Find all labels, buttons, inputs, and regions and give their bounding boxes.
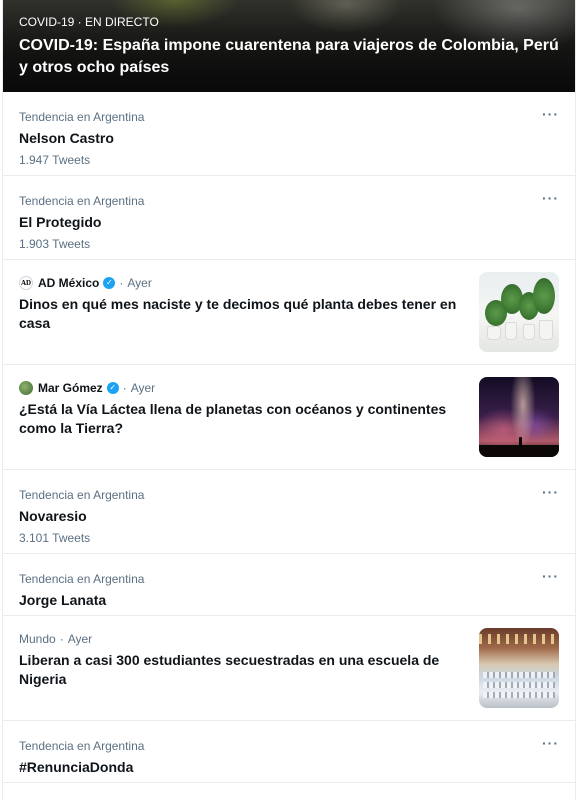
trend-title: Jorge Lanata: [19, 592, 107, 608]
trend-context: Tendencia en Argentina: [19, 110, 145, 124]
news-item[interactable]: Mar Gómez ✓ · Ayer ¿Está la Vía Láctea l…: [3, 365, 575, 470]
trend-item[interactable]: Tendencia en Argentina Novaresio 3.101 T…: [3, 470, 575, 554]
separator: ·: [59, 632, 64, 646]
trend-item[interactable]: Tendencia en Argentina Nelson Castro 1.9…: [3, 92, 575, 176]
more-options-icon[interactable]: ···: [542, 106, 559, 122]
news-meta: Mundo · Ayer: [19, 632, 92, 646]
news-time: Ayer: [127, 276, 152, 290]
news-headline: Dinos en qué mes naciste y te decimos qu…: [19, 296, 457, 331]
trend-tweet-count: 1.947 Tweets: [19, 153, 91, 167]
separator: ·: [122, 381, 127, 395]
trends-panel: COVID-19 · EN DIRECTO COVID-19: España i…: [2, 0, 576, 800]
news-item[interactable]: AD AD México ✓ · Ayer Dinos en qué mes n…: [3, 260, 575, 365]
trend-title: Nelson Castro: [19, 130, 114, 146]
news-source: Mundo: [19, 632, 56, 646]
separator: ·: [119, 276, 124, 290]
trend-tweet-count: 3.101 Tweets: [19, 531, 91, 545]
trend-title: El Protegido: [19, 214, 102, 230]
news-item[interactable]: Mundo · Ayer Liberan a casi 300 estudian…: [3, 616, 575, 721]
trend-item[interactable]: Tendencia en Argentina #RenunciaDonda ··…: [3, 721, 575, 783]
featured-news-meta: COVID-19 · EN DIRECTO: [19, 15, 159, 29]
trend-context: Tendencia en Argentina: [19, 572, 145, 586]
featured-news-title: COVID-19: España impone cuarentena para …: [19, 37, 559, 76]
news-source: Mar Gómez: [38, 381, 103, 395]
plants-thumbnail[interactable]: [479, 272, 559, 352]
more-options-icon[interactable]: ···: [542, 568, 559, 584]
school-hall-thumbnail[interactable]: [479, 628, 559, 708]
milky-way-image: [479, 377, 559, 457]
trend-title: #RenunciaDonda: [19, 759, 134, 775]
more-options-icon[interactable]: ···: [542, 735, 559, 751]
news-time: Ayer: [67, 632, 93, 646]
news-meta: AD AD México ✓ · Ayer: [19, 276, 152, 290]
trend-item[interactable]: Tendencia en Argentina El Protegido 1.90…: [3, 176, 575, 260]
verified-badge-icon: ✓: [106, 382, 119, 394]
featured-news-banner[interactable]: COVID-19 · EN DIRECTO COVID-19: España i…: [3, 0, 575, 92]
plants-image: [479, 272, 559, 352]
trend-title: Novaresio: [19, 508, 87, 524]
trend-tweet-count: 1.903 Tweets: [19, 237, 91, 251]
news-headline: Liberan a casi 300 estudiantes secuestra…: [19, 652, 440, 687]
more-options-icon[interactable]: ···: [542, 484, 559, 500]
trend-context: Tendencia en Argentina: [19, 488, 145, 502]
mar-gomez-avatar: [19, 381, 33, 395]
ad-mexico-avatar: AD: [19, 276, 33, 290]
milky-way-thumbnail[interactable]: [479, 377, 559, 457]
school-hall-image: [479, 628, 559, 708]
trend-context: Tendencia en Argentina: [19, 739, 145, 753]
trend-item[interactable]: Tendencia en Argentina Jorge Lanata ···: [3, 554, 575, 616]
news-time: Ayer: [130, 381, 156, 395]
news-source: AD México: [38, 276, 100, 290]
news-meta: Mar Gómez ✓ · Ayer: [19, 381, 155, 395]
news-headline: ¿Está la Vía Láctea llena de planetas co…: [19, 401, 447, 436]
more-options-icon[interactable]: ···: [542, 190, 559, 206]
verified-badge-icon: ✓: [103, 277, 116, 289]
trend-context: Tendencia en Argentina: [19, 194, 145, 208]
